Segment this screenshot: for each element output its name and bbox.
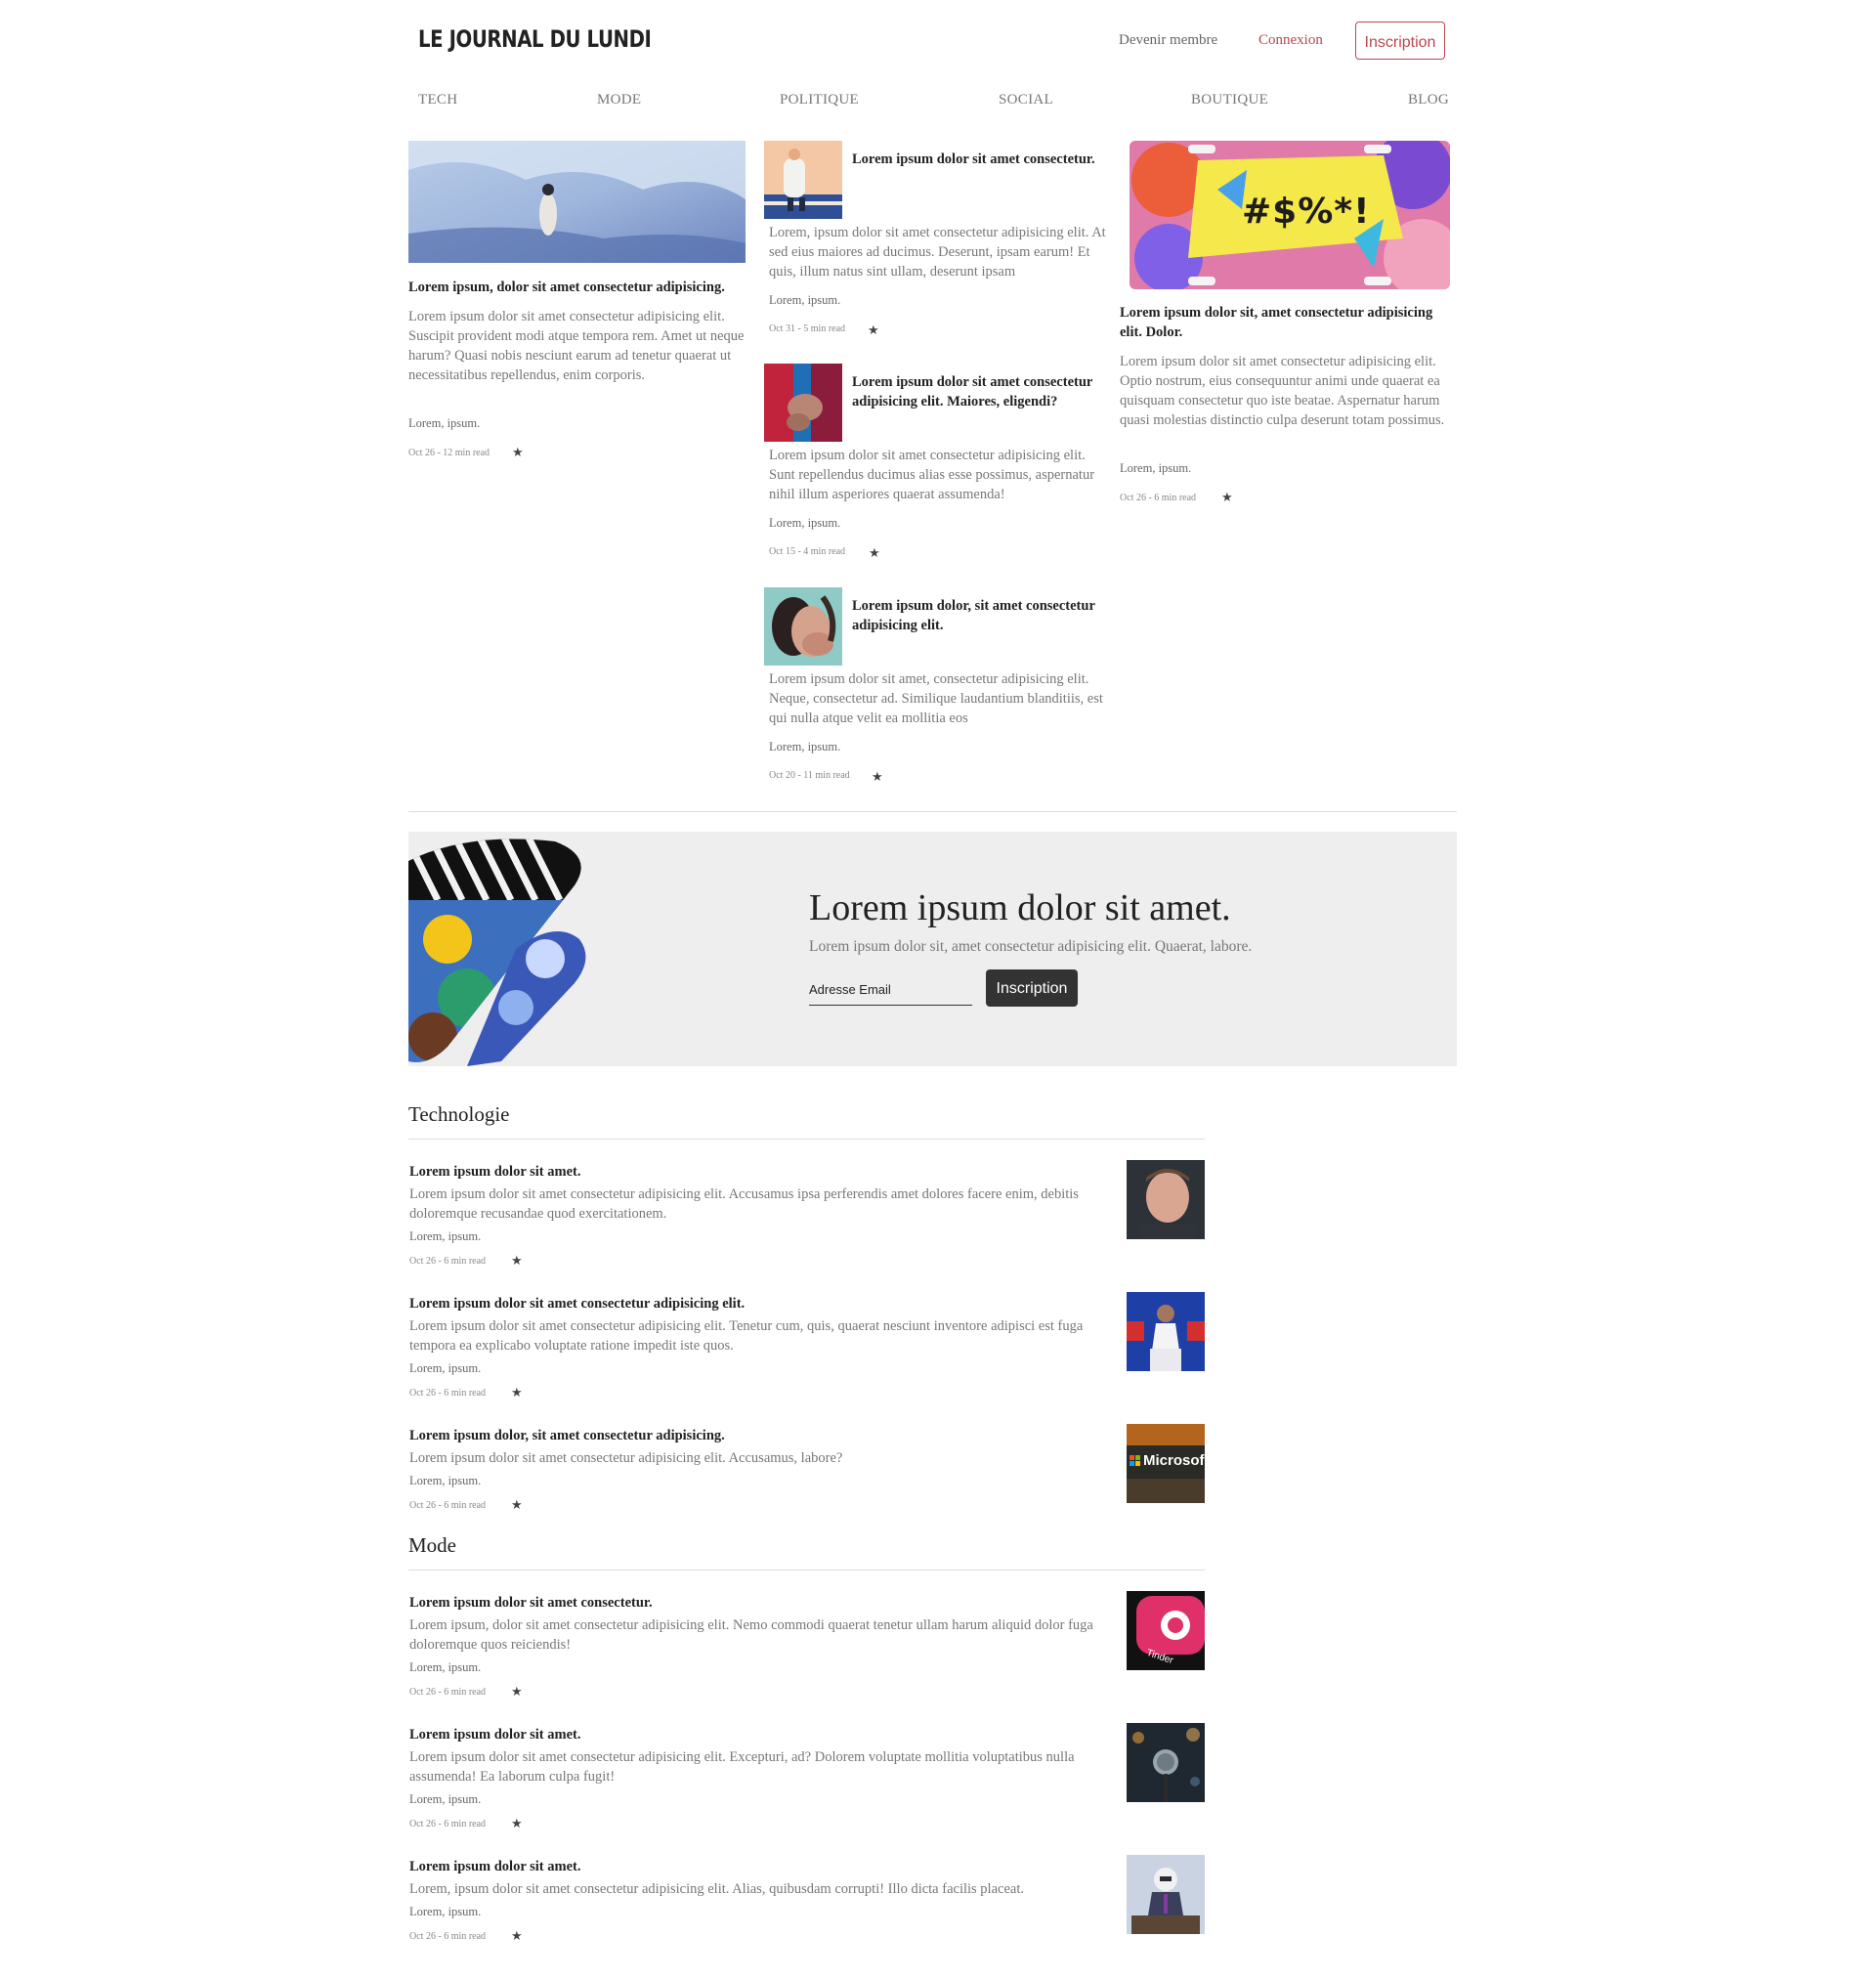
featured-left-meta: Oct 26 - 12 min read [408,448,490,458]
mode-article-excerpt-3: Lorem, ipsum dolor sit amet consectetur … [409,1881,1024,1897]
featured-middle-excerpt-2: Lorem ipsum dolor sit amet consectetur a… [769,448,1095,502]
featured-middle-meta-1: Oct 31 - 5 min read [769,323,846,334]
section-rule [408,1570,1205,1571]
mode-article-thumb-3[interactable] [1127,1855,1205,1934]
featured-middle-author-2: Lorem, ipsum. [769,516,841,530]
mode-article-thumb-2[interactable] [1127,1723,1205,1802]
mode-article-thumb-1[interactable]: Tinder [1127,1591,1205,1670]
newsletter-subtitle: Lorem ipsum dolor sit, amet consectetur … [809,938,1253,955]
mode-article-author-3: Lorem, ipsum. [409,1905,482,1918]
featured-right-meta: Oct 26 - 6 min read [1120,493,1197,503]
nav-item-tech[interactable]: TECH [418,92,457,108]
bookmark-star-icon[interactable]: ★ [511,1498,523,1511]
bookmark-star-icon[interactable]: ★ [872,770,883,783]
featured-right-image[interactable]: #$%*! [1130,141,1450,289]
featured-middle-title-2[interactable]: Lorem ipsum dolor sit amet consectetur a… [852,372,1112,411]
tech-article-excerpt-1: Lorem ipsum dolor sit amet consectetur a… [409,1186,1079,1222]
featured-middle-author-3: Lorem, ipsum. [769,740,841,753]
newsletter-title: Lorem ipsum dolor sit amet. [809,887,1231,928]
tech-article-thumb-1[interactable] [1127,1160,1205,1239]
email-field[interactable] [809,974,972,1006]
bookmark-star-icon[interactable]: ★ [511,1817,523,1829]
tech-article-title-3[interactable]: Lorem ipsum dolor, sit amet consectetur … [409,1426,725,1445]
featured-middle-title-3[interactable]: Lorem ipsum dolor, sit amet consectetur … [852,596,1112,635]
featured-left-author: Lorem, ipsum. [408,416,481,430]
bookmark-star-icon[interactable]: ★ [869,546,880,559]
nav-item-boutique[interactable]: BOUTIQUE [1191,92,1268,108]
bookmark-star-icon[interactable]: ★ [511,1929,523,1942]
featured-middle-image-1[interactable] [764,141,842,219]
tech-article-meta-2: Oct 26 - 6 min read [409,1388,487,1399]
bookmark-star-icon[interactable]: ★ [512,446,524,458]
mode-article-meta-2: Oct 26 - 6 min read [409,1819,487,1829]
nav-item-social[interactable]: SOCIAL [999,92,1053,108]
mode-article-meta-3: Oct 26 - 6 min read [409,1931,487,1942]
login-link[interactable]: Connexion [1258,32,1323,49]
tech-article-meta-3: Oct 26 - 6 min read [409,1500,487,1511]
featured-left-image[interactable] [408,141,746,263]
featured-middle-meta-2: Oct 15 - 4 min read [769,546,846,557]
plate-text: #$%*! [1242,192,1371,232]
featured-left-excerpt: Lorem ipsum dolor sit amet consectetur a… [408,309,745,383]
page: LE JOURNAL DU LUNDI Devenir membre Conne… [0,0,1876,1980]
signup-button[interactable]: Inscription [1355,22,1445,60]
mode-article-title-3[interactable]: Lorem ipsum dolor sit amet. [409,1857,580,1876]
nav-item-politique[interactable]: POLITIQUE [780,92,859,108]
section-heading-technologie: Technologie [408,1102,510,1126]
featured-middle-meta-3: Oct 20 - 11 min read [769,770,850,781]
section-rule [408,1139,1205,1140]
tech-article-author-2: Lorem, ipsum. [409,1361,482,1375]
mode-article-title-2[interactable]: Lorem ipsum dolor sit amet. [409,1725,580,1744]
section-divider [408,811,1457,812]
featured-left-title[interactable]: Lorem ipsum, dolor sit amet consectetur … [408,278,746,297]
mode-article-author-2: Lorem, ipsum. [409,1792,482,1806]
section-heading-mode: Mode [408,1533,456,1557]
newsletter-art [408,839,586,1066]
mode-article-title-1[interactable]: Lorem ipsum dolor sit amet consectetur. [409,1593,653,1613]
bookmark-star-icon[interactable]: ★ [511,1254,523,1267]
tech-article-excerpt-2: Lorem ipsum dolor sit amet consectetur a… [409,1318,1084,1354]
featured-middle-excerpt-1: Lorem, ipsum dolor sit amet consectetur … [769,225,1106,280]
tech-article-title-2[interactable]: Lorem ipsum dolor sit amet consectetur a… [409,1294,745,1313]
nav-item-mode[interactable]: MODE [597,92,641,108]
bookmark-star-icon[interactable]: ★ [1221,491,1233,503]
nav-item-blog[interactable]: BLOG [1408,92,1449,108]
featured-middle-author-1: Lorem, ipsum. [769,293,841,307]
tech-article-meta-1: Oct 26 - 6 min read [409,1256,487,1267]
tech-article-excerpt-3: Lorem ipsum dolor sit amet consectetur a… [409,1450,843,1466]
mode-article-meta-1: Oct 26 - 6 min read [409,1687,487,1698]
site-logo[interactable]: LE JOURNAL DU LUNDI [418,25,652,53]
thumb-brand-text: Microsof [1143,1452,1205,1469]
featured-middle-excerpt-3: Lorem ipsum dolor sit amet, consectetur … [769,671,1103,726]
bookmark-star-icon[interactable]: ★ [511,1386,523,1399]
tech-article-thumb-2[interactable] [1127,1292,1205,1371]
bookmark-star-icon[interactable]: ★ [511,1685,523,1698]
mode-article-excerpt-1: Lorem ipsum, dolor sit amet consectetur … [409,1617,1093,1653]
featured-right-title[interactable]: Lorem ipsum dolor sit, amet consectetur … [1120,303,1450,342]
newsletter-signup-button[interactable]: Inscription [986,969,1078,1007]
featured-middle-image-3[interactable] [764,587,842,666]
become-member-link[interactable]: Devenir membre [1119,32,1217,49]
featured-right-excerpt: Lorem ipsum dolor sit amet consectetur a… [1120,354,1445,428]
tech-article-author-1: Lorem, ipsum. [409,1229,482,1243]
mode-article-author-1: Lorem, ipsum. [409,1660,482,1674]
tech-article-title-1[interactable]: Lorem ipsum dolor sit amet. [409,1162,580,1182]
featured-middle-title-1[interactable]: Lorem ipsum dolor sit amet consectetur. [852,150,1112,169]
featured-right-author: Lorem, ipsum. [1120,461,1192,475]
tech-article-author-3: Lorem, ipsum. [409,1474,482,1487]
bookmark-star-icon[interactable]: ★ [868,323,879,336]
featured-middle-image-2[interactable] [764,364,842,442]
mode-article-excerpt-2: Lorem ipsum dolor sit amet consectetur a… [409,1749,1075,1785]
tech-article-thumb-3[interactable]: Microsof [1127,1424,1205,1503]
